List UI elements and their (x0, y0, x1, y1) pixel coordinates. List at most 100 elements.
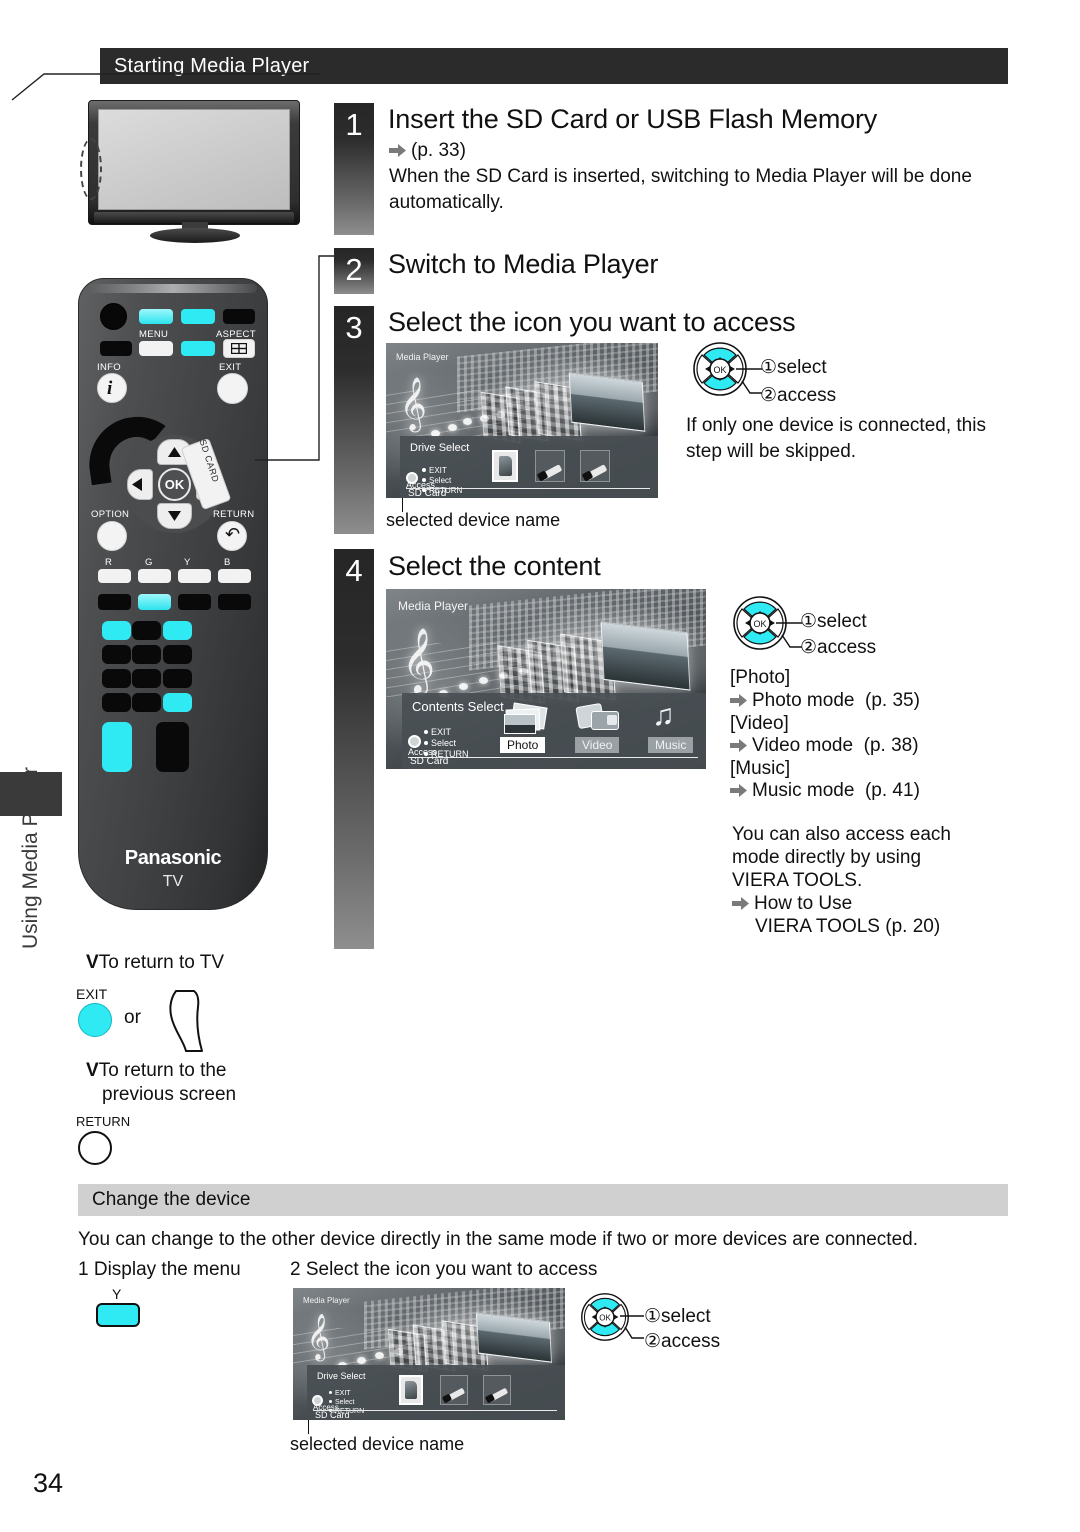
remote-fn-button-4[interactable] (218, 594, 251, 610)
remote-top-button-1[interactable] (139, 309, 173, 324)
remote-keypad-12[interactable] (163, 693, 192, 712)
or-label: or (124, 1007, 141, 1028)
usb-thumb-icon-2[interactable] (580, 450, 610, 482)
access-number-glyph: ② (800, 637, 818, 658)
remote-keypad-9[interactable] (163, 669, 192, 688)
remote-large-button-left[interactable] (102, 722, 132, 772)
return-arrow-icon: ↶ (225, 524, 241, 544)
section-header-title: Starting Media Player (114, 54, 310, 77)
mode-music-link: Music mode (p. 41) (730, 778, 920, 804)
remote-color-button-y[interactable] (178, 569, 211, 583)
remote-color-button-b[interactable] (218, 569, 251, 583)
select-number-glyph: ① (644, 1306, 662, 1327)
usb-thumb-icon-2[interactable] (483, 1375, 511, 1405)
mode-music-label: Music mode (752, 780, 855, 801)
remote-info-label: INFO (97, 362, 121, 373)
y-button-label: Y (112, 1286, 122, 1302)
step-4-title: Select the content (388, 551, 601, 581)
usb-thumb-icon-1[interactable] (535, 450, 565, 482)
remote-fn-button-1[interactable] (98, 594, 131, 610)
access-label: access (661, 1331, 721, 1352)
remote-keypad-3[interactable] (163, 621, 192, 640)
remote-color-label-g: G (145, 557, 153, 568)
remote-color-button-r[interactable] (98, 569, 131, 583)
music-note-icon[interactable]: ♫ (652, 701, 686, 735)
remote-keypad-11[interactable] (132, 693, 161, 712)
sd-card-thumb-icon[interactable] (492, 450, 518, 482)
remote-keypad-2[interactable] (132, 621, 161, 640)
photo-icon[interactable] (502, 702, 548, 735)
change-device-screenshot: 𝄞 Media Player Drive Select EXIT Select … (293, 1288, 565, 1420)
remote-second-row-button-1[interactable] (100, 341, 132, 356)
change-device-step-1: 1 Display the menu (78, 1257, 241, 1283)
sd-card-thumb-icon[interactable] (399, 1375, 423, 1405)
remote-second-row-button-3[interactable] (181, 341, 215, 356)
svg-text:OK: OK (713, 365, 726, 375)
step-1-ref-text: (p. 33) (411, 140, 466, 161)
chip-video[interactable]: Video (575, 737, 620, 753)
step-1-title: Insert the SD Card or USB Flash Memory (388, 104, 878, 134)
change-device-intro: You can change to the other device direc… (78, 1229, 918, 1250)
remote-fn-button-2[interactable] (138, 594, 171, 610)
change-device-rule (313, 1410, 557, 1411)
remote-brand-logo: Panasonic (124, 847, 222, 869)
remote-fn-button-3[interactable] (178, 594, 211, 610)
remote-menu-label: MENU (139, 329, 169, 340)
y-button[interactable] (96, 1303, 140, 1327)
contents-select-device-name: SD Card (410, 756, 449, 767)
remote-keypad-10[interactable] (102, 693, 131, 712)
remote-menu-button[interactable] (139, 341, 173, 356)
remote-top-button-2[interactable] (181, 309, 215, 324)
video-icon[interactable] (575, 702, 621, 735)
remote-keypad-7[interactable] (102, 669, 131, 688)
select-label: select (661, 1306, 711, 1327)
remote-keypad-6[interactable] (163, 645, 192, 664)
dpad-up-arrow-icon (168, 447, 181, 457)
change-device-caption: selected device name (290, 1434, 465, 1454)
chip-photo[interactable]: Photo (500, 737, 546, 753)
dpad-down-arrow-icon (168, 511, 181, 521)
drive-select-panel: Drive Select EXIT Select RETURN Access S… (400, 436, 658, 498)
contents-select-panel: Contents Select EXIT Select RETURN Acces… (402, 693, 706, 769)
step-4-number: 4 (345, 553, 363, 588)
remote-top-button-3[interactable] (223, 309, 255, 324)
screenshot-app-title: Media Player (303, 1296, 350, 1305)
key-hint-exit: EXIT (431, 727, 452, 737)
mode-photo-label: Photo mode (752, 690, 855, 711)
dpad-change-device-select: ①select (644, 1304, 711, 1330)
contents-select-rule (408, 757, 698, 758)
change-device-step-2: 2 Select the icon you want to access (290, 1257, 597, 1283)
usb-thumb-icon-1[interactable] (440, 1375, 468, 1405)
remote-power-button[interactable] (100, 303, 127, 330)
remote-large-button-right[interactable] (156, 722, 189, 772)
remote-option-button[interactable] (97, 521, 127, 551)
access-number-glyph: ② (644, 1331, 662, 1352)
arrow-right-icon (730, 694, 747, 707)
dpad-step-4-access: ②access (800, 635, 876, 661)
remote-keypad-8[interactable] (132, 669, 161, 688)
arrow-right-icon (732, 897, 749, 910)
remote-keypad-1[interactable] (102, 621, 131, 640)
chip-music[interactable]: Music (648, 737, 694, 753)
step-1-ref: (p. 33) (389, 138, 466, 164)
remote-color-label-r: R (105, 557, 113, 568)
return-button[interactable] (78, 1131, 112, 1165)
step-1-number-bar: 1 (334, 103, 374, 235)
drive-select-device-name: SD Card (408, 488, 447, 498)
return-to-prev-text-2: previous screen (102, 1084, 237, 1105)
exit-button-label: EXIT (76, 986, 108, 1002)
step-1-number: 1 (345, 107, 363, 142)
remote-keypad-5[interactable] (132, 645, 161, 664)
step-1-body: When the SD Card is inserted, switching … (389, 166, 972, 213)
step-3-title: Select the icon you want to access (388, 307, 796, 337)
step-3-note: If only one device is connected, this st… (686, 415, 986, 462)
remote-exit-button[interactable] (217, 373, 248, 404)
access-label: access (817, 637, 877, 658)
return-to-prev-marker: V (86, 1060, 99, 1081)
change-device-panel-title: Drive Select (317, 1371, 366, 1381)
remote-keypad-4[interactable] (102, 645, 131, 664)
remote-ok-button[interactable]: OK (158, 468, 191, 501)
arrow-right-icon (730, 739, 747, 752)
exit-button[interactable] (78, 1003, 112, 1037)
remote-color-button-g[interactable] (138, 569, 171, 583)
